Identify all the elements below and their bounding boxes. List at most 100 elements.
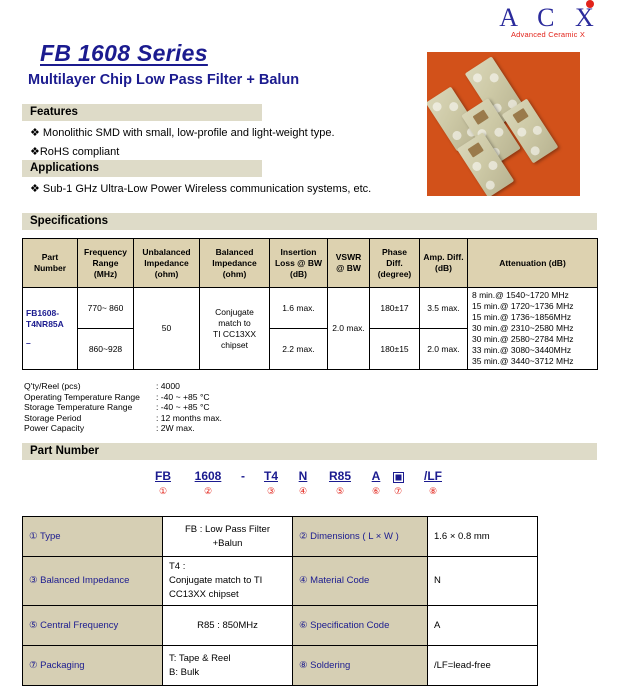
pn-token-dash: - — [241, 469, 245, 483]
cell-frequency-range: 770~ 860 — [77, 287, 134, 329]
col-vswr: VSWR @ BW — [327, 238, 370, 288]
pn-value-line: T4 : — [169, 561, 186, 572]
note-row: Operating Temperature Range : -40 ~ +85 … — [24, 392, 222, 403]
pn-token-dimensions: 1608 — [194, 469, 222, 483]
specifications-table: Part Number PartNumber FrequencyRange(MH… — [22, 238, 598, 370]
company-logo: A C X Advanced Ceramic X — [488, 0, 608, 48]
section-header-applications: Applications — [22, 160, 262, 177]
col-amp-diff: Amp. Diff. (dB) — [419, 238, 468, 288]
table-row: FB1608- T4NR85A – 770~ 860 50 Conjugate … — [22, 287, 598, 370]
pn-label-balanced-impedance: ③ Balanced Impedance — [22, 556, 163, 606]
bal-imp-line-2: match to — [218, 317, 251, 328]
pn-value-line: FB : Low Pass Filter — [185, 523, 270, 535]
pn-value-line: B: Bulk — [169, 666, 200, 678]
pn-value-soldering: /LF=lead-free — [427, 645, 538, 686]
cell-amp-diff: 2.0 max. — [419, 328, 468, 370]
attenuation-item: 15 min.@ 1720~1736 MHz — [472, 301, 574, 311]
col-phase-diff: Phase Diff. (degree) — [369, 238, 420, 288]
col-part-number: Part Number PartNumber — [22, 238, 78, 288]
cell-balanced-impedance: Conjugate match to TI CC13XX chipset — [199, 287, 270, 370]
section-header-part-number: Part Number — [22, 443, 597, 460]
pn-value-dimensions: 1.6 × 0.8 mm — [427, 516, 538, 557]
pn-index-5: ⑤ — [335, 486, 345, 496]
note-value: : 2W max. — [156, 423, 195, 434]
col-insertion-loss: Insertion Loss @ BW (dB) — [269, 238, 328, 288]
pn-label-material-code: ④ Material Code — [292, 556, 428, 606]
attenuation-item: 15 min.@ 1736~1856MHz — [472, 312, 572, 322]
table-row: ⑤ Central Frequency R85 : 850MHz ⑥ Speci… — [22, 605, 538, 646]
attenuation-item: 33 min.@ 3080~3440MHz — [472, 345, 572, 355]
note-label: Storage Temperature Range — [24, 402, 133, 413]
cell-phase-diff: 180±15 — [369, 328, 420, 370]
specification-notes: Q'ty/Reel (pcs) : 4000 Operating Tempera… — [24, 381, 222, 434]
pn-index-7: ⑦ — [393, 486, 403, 496]
pn-label-type: ① Type — [22, 516, 163, 557]
logo-red-dot-icon — [586, 0, 594, 8]
pn-value-material-code: N — [427, 556, 538, 606]
pn-label-specification-code: ⑥ Specification Code — [292, 605, 428, 646]
pn-token-packaging — [390, 471, 406, 485]
note-label: Storage Period — [24, 412, 82, 423]
col-unbalanced-impedance: Unbalanced Impedance (ohm) — [133, 238, 200, 288]
pn-value-type: FB : Low Pass Filter +Balun — [162, 516, 293, 557]
part-number-breakdown-code: FB ① 1608 ② - T4 ③ N ④ R85 ⑤ A ⑥ ⑦ /LF ⑧ — [148, 469, 478, 503]
part-number-legend-table: ① Type FB : Low Pass Filter +Balun ② Dim… — [22, 516, 538, 686]
pn-label-dimensions: ② Dimensions ( L × W ) — [292, 516, 428, 557]
pn-value-central-frequency: R85 : 850MHz — [162, 605, 293, 646]
section-header-specifications: Specifications — [22, 213, 597, 230]
application-item: ❖ Sub-1 GHz Ultra-Low Power Wireless com… — [30, 183, 372, 195]
pn-value-packaging: T: Tape & Reel B: Bulk — [162, 645, 293, 686]
note-label: Q'ty/Reel (pcs) — [24, 381, 81, 391]
pn-token-type: FB — [155, 469, 171, 483]
packaging-square-icon — [392, 472, 404, 483]
table-row: ① Type FB : Low Pass Filter +Balun ② Dim… — [22, 516, 538, 557]
logo-letters-text: A C X — [499, 3, 601, 32]
attenuation-item: 30 min.@ 2310~2580 MHz — [472, 323, 574, 333]
cell-phase-diff: 180±17 — [369, 287, 420, 329]
bal-imp-line-4: chipset — [221, 339, 248, 350]
cell-insertion-loss: 1.6 max. — [269, 287, 328, 329]
note-value: : 12 months max. — [156, 412, 222, 423]
feature-item: ❖RoHS compliant — [30, 146, 120, 158]
pn-value-line: T: Tape & Reel — [169, 652, 231, 664]
col-attenuation: Attenuation (dB) — [467, 238, 598, 288]
col-frequency-range: Frequency Range (MHz) — [77, 238, 134, 288]
note-value: : -40 ~ +85 °C — [156, 402, 210, 413]
pn-index-2: ② — [203, 486, 213, 496]
bal-imp-line-1: Conjugate — [215, 306, 254, 317]
part-number-line-1: FB1608- — [26, 308, 60, 318]
pn-token-central-frequency: R85 — [328, 469, 351, 483]
part-number-line-2: T4NR85A — [26, 319, 64, 329]
table-row: ⑦ Packaging T: Tape & Reel B: Bulk ⑧ Sol… — [22, 645, 538, 686]
attenuation-item: 30 min.@ 2580~2784 MHz — [472, 334, 574, 344]
pn-label-central-frequency: ⑤ Central Frequency — [22, 605, 163, 646]
product-photo — [427, 52, 580, 196]
cell-part-number: FB1608- T4NR85A – — [22, 287, 78, 370]
pn-index-4: ④ — [298, 486, 308, 496]
table-row: ③ Balanced Impedance T4 : Conjugate matc… — [22, 556, 538, 606]
pn-label-packaging: ⑦ Packaging — [22, 645, 163, 686]
cell-frequency-range: 860~928 — [77, 328, 134, 370]
pn-index-6: ⑥ — [371, 486, 381, 496]
logo-letters: A C X — [488, 0, 608, 32]
pn-token-soldering: /LF — [424, 469, 442, 483]
cell-insertion-loss: 2.2 max. — [269, 328, 328, 370]
pn-value-line: CC13XX chipset — [169, 589, 239, 600]
note-row: Q'ty/Reel (pcs) : 4000 — [24, 381, 222, 392]
cell-amp-diff: 3.5 max. — [419, 287, 468, 329]
cell-attenuation: 8 min.@ 1540~1720 MHz 15 min.@ 1720~1736… — [467, 287, 598, 370]
pn-token-material-code: N — [298, 469, 308, 483]
note-row: Storage Period : 12 months max. — [24, 413, 222, 424]
col-balanced-impedance: Balanced Impedance (ohm) — [199, 238, 270, 288]
table-header-row: Part Number PartNumber FrequencyRange(MH… — [22, 238, 598, 288]
pn-value-balanced-impedance: T4 : Conjugate match to TI CC13XX chipse… — [162, 556, 293, 606]
note-row: Power Capacity : 2W max. — [24, 423, 222, 434]
page-subtitle: Multilayer Chip Low Pass Filter + Balun — [28, 72, 300, 88]
pn-label-soldering: ⑧ Soldering — [292, 645, 428, 686]
pn-index-1: ① — [158, 486, 168, 496]
pn-token-specification-code: A — [371, 469, 381, 483]
pn-value-specification-code: A — [427, 605, 538, 646]
note-label: Operating Temperature Range — [24, 391, 140, 402]
part-number-line-3: – — [26, 338, 31, 348]
pn-index-3: ③ — [266, 486, 276, 496]
